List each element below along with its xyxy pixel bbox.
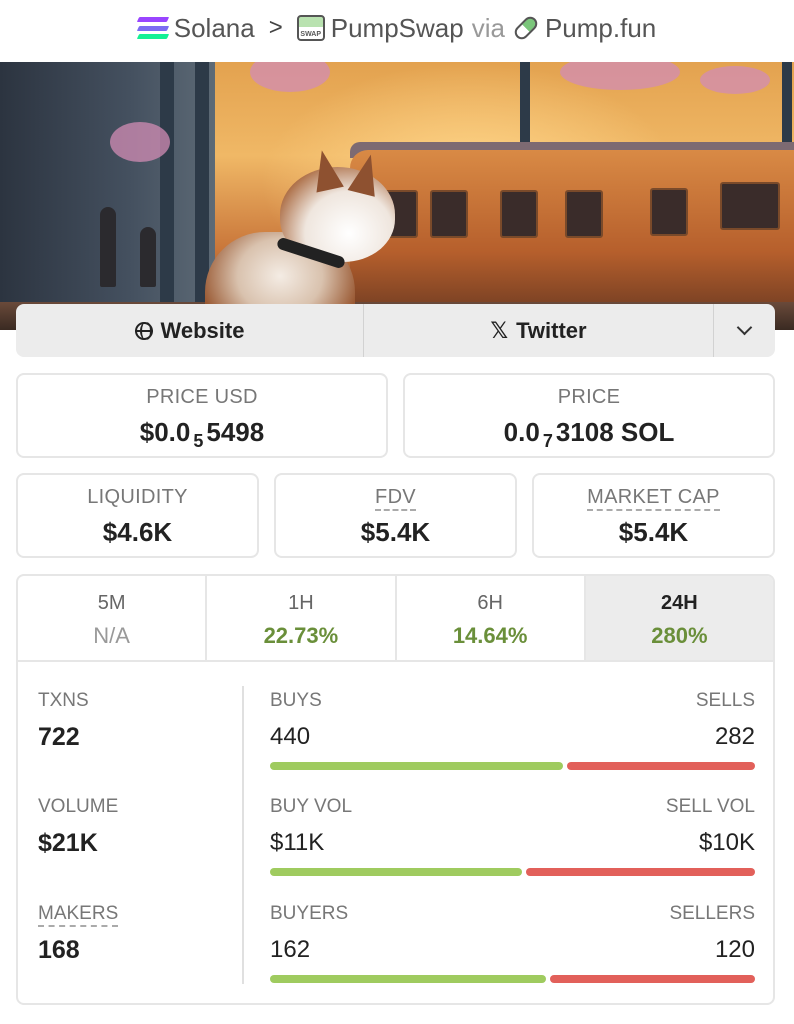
txns-value: 722 [38, 723, 80, 751]
globe-icon [134, 321, 153, 340]
buy-vol-bar [270, 868, 522, 876]
sellers-value: 120 [714, 936, 755, 963]
more-links-button[interactable] [714, 304, 775, 357]
zero-count: 7 [542, 431, 553, 451]
sells-label: SELLS [695, 690, 755, 711]
sellers-bar [550, 975, 755, 983]
fdv-value: $5.4K [360, 517, 431, 547]
market-cap-label[interactable]: MARKET CAP [587, 486, 720, 511]
website-button[interactable]: Website [16, 304, 364, 357]
buys-label: BUYS [270, 690, 322, 711]
sell-vol-label: SELL VOL [665, 796, 755, 817]
fdv-label[interactable]: FDV [375, 486, 416, 511]
breadcrumb-separator: > [268, 14, 283, 41]
buy-vol-value: $11K [270, 829, 325, 856]
social-links-bar: Website 𝕏 Twitter [16, 304, 775, 357]
price-native-value: 0.0 7 3108 SOL [503, 417, 675, 451]
liquidity-card: LIQUIDITY $4.6K [16, 473, 259, 558]
volume-bar [270, 868, 755, 876]
buys-bar [270, 762, 563, 770]
solana-icon [136, 17, 169, 39]
crumb-chain[interactable]: Solana [136, 12, 255, 44]
pill-icon [511, 13, 541, 43]
chain-label: Solana [173, 12, 255, 43]
tab-5m[interactable]: 5M N/A [18, 576, 208, 661]
launchpad-label: Pump.fun [544, 12, 657, 43]
makers-value: 168 [38, 936, 80, 964]
tab-24h[interactable]: 24H 280% [585, 576, 773, 661]
buys-value: 440 [270, 723, 311, 750]
timeframe-tabs: 5M N/A 1H 22.73% 6H 14.64% 24H 280% [16, 574, 775, 661]
transaction-stats: TXNS 722 BUYS SELLS 440 282 VOLUME $21K … [16, 660, 775, 1005]
makers-label[interactable]: MAKERS [38, 903, 119, 927]
volume-value: $21K [38, 829, 98, 857]
liquidity-label: LIQUIDITY [87, 486, 188, 508]
price-usd-label: PRICE USD [146, 386, 258, 408]
chevron-down-icon [736, 319, 753, 336]
twitter-label: Twitter [516, 317, 587, 343]
volume-label: VOLUME [38, 796, 119, 817]
sells-bar [567, 762, 755, 770]
market-cap-value: $5.4K [618, 517, 689, 547]
sells-value: 282 [714, 723, 755, 750]
buyers-label: BUYERS [270, 903, 349, 924]
buyers-sellers-bar [270, 975, 755, 983]
volume-row: VOLUME $21K BUY VOL SELL VOL $11K $10K [18, 796, 773, 896]
change-5m: N/A [93, 623, 130, 648]
buy-vol-label: BUY VOL [270, 796, 353, 817]
price-native-label: PRICE [557, 386, 621, 408]
buyers-bar [270, 975, 546, 983]
makers-row: MAKERS 168 BUYERS SELLERS 162 120 [18, 903, 773, 1003]
price-native-card: PRICE 0.0 7 3108 SOL [403, 373, 775, 458]
token-banner-image [0, 62, 794, 330]
price-usd-card: PRICE USD $0.0 5 5498 [16, 373, 388, 458]
tab-6h[interactable]: 6H 14.64% [397, 576, 586, 661]
change-1h: 22.73% [263, 623, 339, 648]
sell-vol-value: $10K [698, 829, 755, 856]
tab-1h[interactable]: 1H 22.73% [207, 576, 397, 661]
sell-vol-bar [526, 868, 755, 876]
buys-sells-bar [270, 762, 755, 770]
website-label: Website [160, 317, 245, 343]
txns-label: TXNS [38, 690, 89, 711]
buyers-value: 162 [270, 936, 311, 963]
change-24h: 280% [651, 623, 708, 648]
market-cap-card[interactable]: MARKET CAP $5.4K [532, 473, 775, 558]
x-logo-icon: 𝕏 [490, 317, 509, 343]
fdv-card[interactable]: FDV $5.4K [274, 473, 517, 558]
crumb-dex[interactable]: SWAP PumpSwap [296, 12, 464, 44]
twitter-button[interactable]: 𝕏 Twitter [364, 304, 714, 357]
sellers-label: SELLERS [669, 903, 755, 924]
liquidity-value: $4.6K [102, 517, 173, 547]
breadcrumb: Solana > SWAP PumpSwap via Pump.fun [0, 0, 794, 56]
zero-count: 5 [193, 431, 204, 451]
via-text: via [471, 12, 505, 43]
change-6h: 14.64% [452, 623, 528, 648]
dex-label: PumpSwap [330, 12, 464, 43]
crumb-launchpad[interactable]: Pump.fun [511, 12, 657, 44]
pumpswap-icon: SWAP [296, 15, 325, 41]
txns-row: TXNS 722 BUYS SELLS 440 282 [18, 690, 773, 790]
price-usd-value: $0.0 5 5498 [139, 417, 265, 451]
